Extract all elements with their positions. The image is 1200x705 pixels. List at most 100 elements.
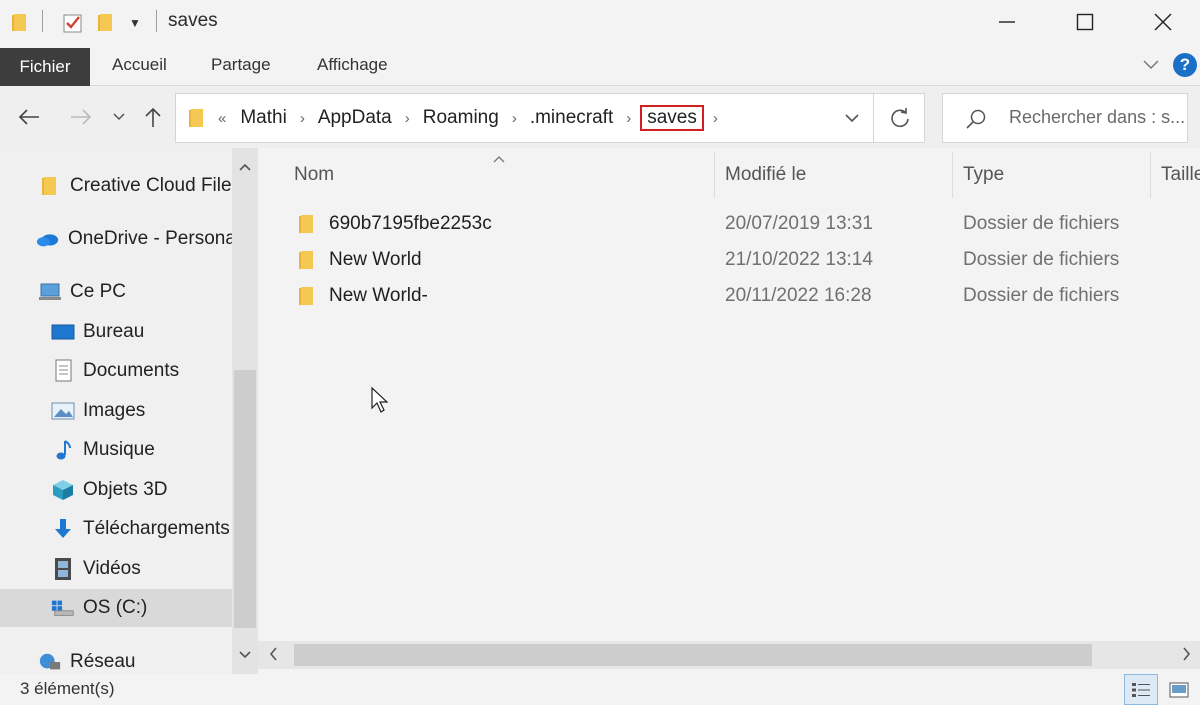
tab-affichage[interactable]: Affichage (317, 44, 388, 86)
chevron-right-icon[interactable]: › (704, 110, 727, 127)
file-type: Dossier de fichiers (963, 285, 1120, 306)
nav-item-bureau[interactable]: Bureau (0, 313, 232, 351)
tab-fichier[interactable]: Fichier (0, 48, 90, 86)
nav-item-reseau[interactable]: Réseau (0, 643, 232, 674)
folder-icon (298, 279, 316, 313)
objects-3d-icon (51, 478, 75, 502)
computer-icon (38, 280, 62, 304)
scrollbar-thumb[interactable] (234, 370, 256, 628)
file-row[interactable]: New World- 20/11/2022 16:28 Dossier de f… (288, 279, 1168, 313)
maximize-icon (1076, 13, 1094, 31)
breadcrumb-minecraft[interactable]: .minecraft (526, 107, 617, 129)
scroll-right-icon[interactable] (1182, 645, 1192, 668)
refresh-icon (890, 108, 909, 128)
nav-item-onedrive[interactable]: OneDrive - Personal (0, 220, 232, 258)
file-row[interactable]: 690b7195fbe2253c 20/07/2019 13:31 Dossie… (288, 207, 1168, 241)
close-button[interactable] (1124, 0, 1200, 44)
navigation-pane: Creative Cloud Files OneDrive - Personal… (0, 148, 258, 674)
nav-item-creative-cloud[interactable]: Creative Cloud Files (0, 167, 232, 205)
file-name: New World (329, 249, 422, 270)
nav-item-label: Images (83, 400, 146, 421)
chevron-right-icon[interactable]: › (617, 110, 640, 127)
file-list: Nom Modifié le Type Taille 690b7195fbe22… (258, 148, 1200, 674)
nav-item-ce-pc[interactable]: Ce PC (0, 273, 232, 311)
nav-item-label: Ce PC (70, 281, 126, 302)
nav-item-label: Bureau (83, 321, 145, 342)
forward-arrow-icon (71, 109, 92, 125)
folder-icon (10, 11, 30, 35)
chevron-down-icon (113, 113, 125, 121)
nav-item-label: Documents (83, 360, 180, 381)
file-row[interactable]: New World 21/10/2022 13:14 Dossier de fi… (288, 243, 1168, 277)
music-icon (51, 438, 75, 462)
sort-ascending-icon (492, 150, 506, 168)
column-header-name[interactable]: Nom (294, 160, 334, 190)
download-icon (51, 517, 75, 541)
file-name: 690b7195fbe2253c (329, 213, 492, 234)
properties-icon[interactable] (60, 11, 86, 35)
tab-accueil[interactable]: Accueil (112, 44, 167, 86)
recent-locations-button[interactable] (108, 102, 130, 132)
nav-item-documents[interactable]: Documents (0, 352, 232, 390)
column-header-type[interactable]: Type (963, 160, 1004, 190)
videos-icon (51, 557, 75, 581)
nav-item-label: Réseau (70, 651, 136, 672)
chevron-right-icon[interactable]: › (503, 110, 526, 127)
folder-icon (298, 243, 316, 277)
file-name: New World- (329, 285, 428, 306)
customize-quick-access-icon[interactable]: ▼ (126, 11, 144, 35)
help-icon[interactable]: ? (1173, 53, 1197, 77)
breadcrumb-overflow[interactable]: « (216, 110, 236, 127)
file-type: Dossier de fichiers (963, 213, 1120, 234)
nav-item-label: Musique (83, 439, 155, 460)
refresh-button[interactable] (873, 94, 925, 142)
search-input[interactable]: Rechercher dans : s... (1009, 107, 1187, 128)
maximize-button[interactable] (1046, 0, 1124, 44)
large-icons-view-button[interactable] (1162, 674, 1196, 705)
onedrive-cloud-icon (36, 227, 60, 251)
item-count: 3 élément(s) (20, 679, 115, 698)
chevron-right-icon[interactable]: › (291, 110, 314, 127)
minimize-button[interactable] (968, 0, 1046, 44)
breadcrumb-mathi[interactable]: Mathi (236, 107, 290, 129)
address-bar[interactable]: « Mathi › AppData › Roaming › .minecraft… (175, 93, 925, 143)
column-header-size[interactable]: Taille (1161, 160, 1200, 190)
folder-icon (38, 174, 62, 198)
status-bar: 3 élément(s) (0, 674, 1200, 705)
tab-partage[interactable]: Partage (211, 44, 271, 86)
nav-item-label: Vidéos (83, 558, 141, 579)
nav-item-videos[interactable]: Vidéos (0, 550, 232, 588)
scroll-left-icon[interactable] (268, 645, 278, 668)
breadcrumb-roaming[interactable]: Roaming (419, 107, 503, 129)
column-header-modified[interactable]: Modifié le (725, 160, 806, 190)
breadcrumb-appdata[interactable]: AppData (314, 107, 396, 129)
address-history-button[interactable] (831, 94, 873, 142)
scrollbar-thumb[interactable] (294, 644, 1092, 666)
nav-item-images[interactable]: Images (0, 392, 232, 430)
up-arrow-icon (145, 107, 161, 127)
back-arrow-icon (18, 109, 39, 125)
details-view-button[interactable] (1124, 674, 1158, 705)
chevron-right-icon[interactable]: › (396, 110, 419, 127)
details-view-icon (1132, 682, 1150, 697)
expand-ribbon-chevron-icon[interactable] (1142, 44, 1160, 86)
horizontal-scrollbar[interactable] (258, 641, 1200, 669)
search-box[interactable]: Rechercher dans : s... (942, 93, 1188, 143)
nav-item-os-c[interactable]: OS (C:) (0, 589, 232, 627)
ribbon-tabs: Fichier Accueil Partage Affichage ? (0, 44, 1200, 86)
nav-item-telechargements[interactable]: Téléchargements (0, 510, 232, 548)
nav-item-label: Creative Cloud Files (70, 175, 232, 196)
nav-item-musique[interactable]: Musique (0, 431, 232, 469)
scroll-up-icon[interactable] (232, 154, 258, 180)
nav-item-label: OS (C:) (83, 597, 148, 618)
new-folder-icon[interactable] (95, 11, 117, 35)
forward-button[interactable] (66, 102, 96, 132)
nav-pane-scrollbar[interactable] (232, 148, 258, 674)
up-button[interactable] (140, 102, 166, 132)
scroll-down-icon[interactable] (232, 642, 258, 668)
drive-icon (51, 596, 75, 620)
title-bar: ▼ saves (0, 0, 1200, 44)
breadcrumb-saves[interactable]: saves (640, 105, 704, 131)
back-button[interactable] (14, 102, 44, 132)
nav-item-objets-3d[interactable]: Objets 3D (0, 471, 232, 509)
